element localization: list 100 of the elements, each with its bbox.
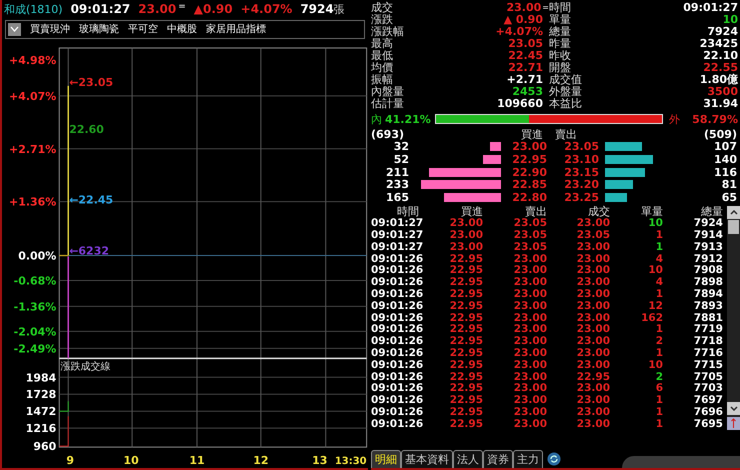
table-cell-text: 2 xyxy=(654,335,663,348)
sector-tag[interactable]: 玻璃陶瓷 xyxy=(79,22,119,36)
axis-label: +1.36% xyxy=(9,196,56,209)
quote-label: 漲跌幅 xyxy=(371,24,405,38)
panel-tab[interactable]: 資券 xyxy=(483,450,513,468)
panel-tab[interactable]: 基本資料 xyxy=(401,450,453,468)
table-cell-text: 22.95 xyxy=(448,418,483,430)
table-cell-text: 10 xyxy=(647,264,663,276)
quote-label: 成交值 xyxy=(549,72,583,86)
axis-label: 0.00% xyxy=(18,249,56,262)
quote-value: 23.05 xyxy=(508,36,544,50)
panel-tab[interactable]: 法人 xyxy=(453,450,483,468)
table-cell-text: 1 xyxy=(654,406,663,418)
bid-quantity: 52 xyxy=(392,152,409,166)
table-cell-text: 23.00 xyxy=(576,252,610,265)
chevron-down-icon xyxy=(10,26,19,32)
table-cell-text: 22.95 xyxy=(448,264,483,276)
table-cell-text: 6 xyxy=(654,382,663,394)
resize-icon[interactable] xyxy=(727,416,740,430)
price-marker: ←22.45 xyxy=(69,194,114,207)
quote-value: 22.55 xyxy=(703,60,739,74)
axis-label: +4.98% xyxy=(9,54,56,67)
scroll-down-button[interactable] xyxy=(727,402,740,415)
table-cell: 09:01:26 xyxy=(371,312,423,324)
quote-label: 最低 xyxy=(371,48,394,62)
table-cell-text: 23.00 xyxy=(576,217,610,230)
scrollbar-thumb[interactable] xyxy=(728,220,739,234)
table-cell-text: 10 xyxy=(647,358,663,371)
quote-label: 昨量 xyxy=(549,36,572,50)
table-cell-text: 1 xyxy=(654,288,663,300)
table-cell-text: 7716 xyxy=(692,347,723,360)
table-cell-text: 1 xyxy=(654,323,663,336)
table-cell: 09:01:26 xyxy=(371,394,423,406)
ask-quantity: 65 xyxy=(720,190,738,204)
table-cell-text: 23.00 xyxy=(512,312,547,324)
table-cell-text: 23.05 xyxy=(512,217,547,230)
panel-tab[interactable]: 主力 xyxy=(513,450,543,468)
price-marker: ←6232 xyxy=(69,244,109,258)
ask-bar xyxy=(605,142,642,152)
change-percent: +4.07% xyxy=(240,2,292,16)
table-cell-text: 22.95 xyxy=(448,300,483,312)
table-cell-text: 7893 xyxy=(692,300,723,312)
panel-tab[interactable]: 明細 xyxy=(371,450,401,468)
bid-quantity: 233 xyxy=(385,178,409,192)
quote-value: 3500 xyxy=(707,84,739,98)
column-header: 買進 xyxy=(460,204,483,218)
table-cell-text: 7912 xyxy=(692,252,723,265)
sector-tag[interactable]: 中概股 xyxy=(167,22,197,36)
quote-label: 成交 xyxy=(371,0,394,14)
table-cell-text: 23.00 xyxy=(512,418,547,430)
sector-tag[interactable]: 平可空 xyxy=(128,22,158,36)
table-cell-text: 22.95 xyxy=(576,370,610,383)
quote-value: ▲ 0.90 xyxy=(504,12,544,26)
bid-quantity: 32 xyxy=(392,140,409,154)
quote-time: 09:01:27 xyxy=(70,2,130,16)
table-cell: 09:01:26 xyxy=(371,406,423,418)
table-cell: 09:01:26 xyxy=(371,335,423,348)
bid-bar xyxy=(490,142,501,152)
scrollbar[interactable] xyxy=(727,206,740,430)
ask-bar xyxy=(605,154,654,164)
table-cell-text: 22.95 xyxy=(448,276,483,288)
table-cell-text: 22.95 xyxy=(448,406,483,418)
table-cell-text: 7697 xyxy=(692,394,723,406)
table-cell-text: 23.00 xyxy=(512,288,547,300)
table-cell-text: 23.00 xyxy=(576,335,610,348)
table-cell-text: 7719 xyxy=(692,323,723,336)
quote-label: 漲跌 xyxy=(371,12,394,26)
table-cell-text: 4 xyxy=(654,276,663,288)
table-cell-text: 1 xyxy=(654,240,663,253)
scroll-up-button[interactable] xyxy=(727,206,740,219)
quote-label: 外盤量 xyxy=(549,84,583,98)
table-cell-text: 23.00 xyxy=(512,252,547,265)
flat-mark: = xyxy=(178,2,186,14)
quote-label: 振幅 xyxy=(371,72,394,86)
table-cell-text: 22.95 xyxy=(448,312,483,324)
bid-price: 22.95 xyxy=(511,152,547,166)
table-cell-text: 23.00 xyxy=(576,406,610,418)
axis-label: 10 xyxy=(123,454,139,467)
table-cell-text: 23.00 xyxy=(576,323,610,336)
outside-percent: 58.79% xyxy=(692,112,738,126)
sector-tag[interactable]: 家居用品指標 xyxy=(206,22,266,36)
bid-quantity: 211 xyxy=(385,166,409,179)
quote-value: 2453 xyxy=(512,84,544,98)
quote-label: 均價 xyxy=(371,60,394,74)
ask-price: 23.15 xyxy=(563,166,599,179)
table-cell: 09:01:26 xyxy=(371,276,423,288)
column-header: 單量 xyxy=(640,204,663,218)
quote-label: 昨收 xyxy=(549,48,572,62)
table-cell-text: 7695 xyxy=(692,418,723,430)
table-cell-text: 23.00 xyxy=(576,300,610,312)
refresh-icon[interactable] xyxy=(547,452,561,466)
table-cell: 09:01:26 xyxy=(371,300,423,312)
sector-tag[interactable]: 買賣現沖 xyxy=(30,22,70,36)
table-cell-text: 7718 xyxy=(692,335,723,348)
axis-label: 13 xyxy=(312,454,328,467)
table-cell-text: 22.95 xyxy=(448,358,483,371)
table-cell-text: 23.00 xyxy=(576,418,610,430)
quote-value: +4.07% xyxy=(496,24,544,38)
table-cell: 09:01:27 xyxy=(371,240,423,253)
dropdown-button[interactable] xyxy=(8,22,21,36)
